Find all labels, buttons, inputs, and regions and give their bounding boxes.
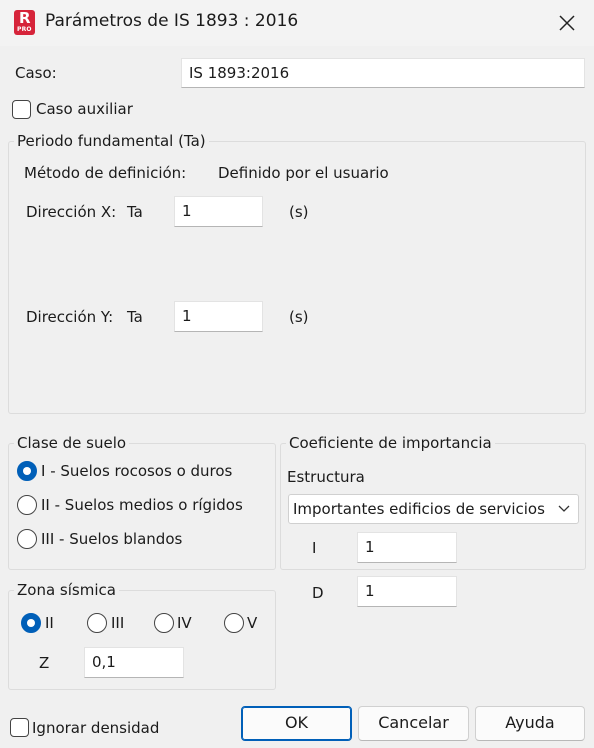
structure-select[interactable]: Importantes edificios de servicios y: [288, 494, 579, 524]
app-logo-badge: PRO: [17, 26, 32, 33]
seismic-zone-iii-label: III: [111, 614, 125, 632]
importance-i-label: I: [312, 539, 317, 557]
ignore-density-checkbox[interactable]: [10, 718, 29, 737]
seismic-zone-iv-radio[interactable]: [154, 613, 174, 633]
importance-legend: Coeficiente de importancia: [286, 433, 495, 453]
window-title: Parámetros de IS 1893 : 2016: [45, 11, 299, 31]
soil-class-i-radio[interactable]: [17, 461, 37, 481]
seismic-zone-v-label: V: [247, 614, 258, 632]
fundamental-period-legend: Periodo fundamental (Ta): [14, 131, 209, 151]
structure-select-value: Importantes edificios de servicios y: [293, 500, 549, 518]
seismic-zone-legend: Zona sísmica: [14, 580, 119, 600]
cancel-button[interactable]: Cancelar: [358, 706, 469, 741]
direction-x-symbol: Ta: [127, 203, 143, 221]
ok-button[interactable]: OK: [241, 706, 352, 741]
seismic-zone-ii-label: II: [45, 614, 54, 632]
case-input[interactable]: IS 1893:2016: [181, 58, 585, 88]
direction-y-label: Dirección Y:: [26, 308, 114, 326]
seismic-zone-iv-label: IV: [177, 614, 192, 632]
auxiliary-case-label: Caso auxiliar: [36, 100, 133, 118]
direction-x-label: Dirección X:: [26, 203, 117, 221]
importance-i-input[interactable]: 1: [357, 532, 457, 563]
definition-method-value: Definido por el usuario: [218, 164, 389, 182]
soil-class-ii-label: II - Suelos medios o rígidos: [41, 496, 243, 514]
importance-d-label: D: [312, 584, 324, 602]
z-label: Z: [39, 654, 50, 672]
chevron-down-icon: [558, 505, 570, 512]
direction-x-unit: (s): [289, 203, 309, 221]
seismic-zone-iii-radio[interactable]: [87, 613, 107, 633]
ignore-density-label: Ignorar densidad: [32, 719, 160, 737]
app-logo-letter: R: [19, 9, 31, 27]
importance-d-input[interactable]: 1: [357, 576, 457, 607]
close-button[interactable]: [550, 6, 584, 40]
soil-class-i-label: I - Suelos rocosos o duros: [41, 462, 233, 480]
soil-class-ii-radio[interactable]: [17, 495, 37, 515]
seismic-zone-v-radio[interactable]: [224, 613, 244, 633]
soil-class-iii-radio[interactable]: [17, 529, 37, 549]
direction-y-period-input[interactable]: 1: [174, 301, 263, 332]
soil-class-legend: Clase de suelo: [14, 433, 130, 453]
case-label: Caso:: [15, 64, 57, 82]
auxiliary-case-checkbox[interactable]: [12, 100, 31, 119]
seismic-zone-ii-radio[interactable]: [21, 613, 41, 633]
direction-y-unit: (s): [289, 308, 309, 326]
direction-y-symbol: Ta: [127, 308, 143, 326]
close-icon: [559, 15, 575, 31]
direction-x-period-input[interactable]: 1: [174, 196, 263, 227]
z-input[interactable]: 0,1: [84, 647, 184, 678]
structure-label: Estructura: [287, 468, 365, 486]
soil-class-iii-label: III - Suelos blandos: [41, 530, 183, 548]
app-logo-icon: R PRO: [14, 10, 35, 35]
definition-method-label: Método de definición:: [24, 164, 187, 182]
help-button[interactable]: Ayuda: [475, 706, 585, 741]
